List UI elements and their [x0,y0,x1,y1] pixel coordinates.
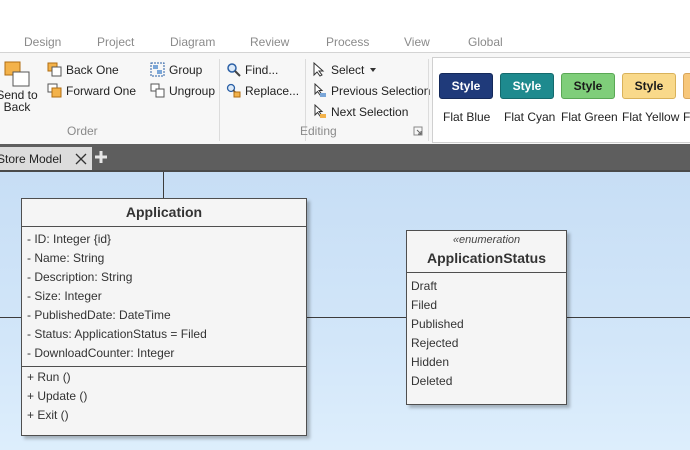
attributes-compartment: - ID: Integer {id} - Name: String - Desc… [22,227,306,366]
enum-literal[interactable]: Hidden [407,353,566,372]
next-selection-button[interactable]: Next Selection [312,104,408,119]
style-flat-green-button[interactable]: Style [561,73,615,99]
enum-literal[interactable]: Rejected [407,334,566,353]
order-group-label: Order [67,124,98,138]
attribute-row[interactable]: - DownloadCounter: Integer [22,344,306,363]
tab-process[interactable]: Process [326,35,369,49]
dialog-launcher-icon[interactable] [413,126,423,136]
style-partial-label: F [683,110,690,124]
application-status-enum[interactable]: «enumeration ApplicationStatus Draft Fil… [406,230,567,405]
operation-row[interactable]: + Run () [22,368,306,387]
previous-selection-icon [314,83,326,97]
editing-group-label: Editing [300,124,337,138]
style-flat-yellow-label: Flat Yellow [622,110,680,124]
tab-global[interactable]: Global [468,35,503,49]
select-button[interactable]: Select [312,62,378,77]
connector-line[interactable] [567,317,690,318]
enum-literal[interactable]: Deleted [407,372,566,391]
style-flat-blue-button[interactable]: Style [439,73,493,99]
find-button[interactable]: Find... [226,62,278,77]
ungroup-button[interactable]: Ungroup [150,83,215,98]
enum-name: ApplicationStatus [426,250,546,266]
styles-divider [428,59,429,141]
tab-review[interactable]: Review [250,35,289,49]
group-divider [219,59,220,141]
style-flat-green-label: Flat Green [561,110,618,124]
back-one-label: Back One [66,62,119,77]
find-label: Find... [245,62,279,77]
stereotype-label: «enumeration [452,234,521,246]
attribute-row[interactable]: - Size: Integer [22,287,306,306]
ungroup-icon [150,83,165,98]
attribute-row[interactable]: - Status: ApplicationStatus = Filed [22,325,306,344]
send-to-back-button[interactable]: Send to Back [0,59,38,113]
style-partial-button[interactable] [683,73,690,99]
document-tab-bar: Store Model [0,144,690,170]
tab-project[interactable]: Project [97,35,134,49]
previous-selection-label: Previous Selection [331,83,431,98]
enum-literal[interactable]: Published [407,315,566,334]
diagram-canvas[interactable]: Application - ID: Integer {id} - Name: S… [0,170,690,450]
back-one-button[interactable]: Back One [47,62,119,77]
forward-one-icon [47,83,62,98]
attribute-row[interactable]: - Name: String [22,249,306,268]
connector-line[interactable] [0,317,21,318]
group-label: Group [169,62,203,77]
add-tab-icon[interactable] [94,150,108,164]
attribute-row[interactable]: - PublishedDate: DateTime [22,306,306,325]
tab-store-model[interactable]: Store Model [0,147,92,170]
close-icon[interactable] [75,153,87,165]
forward-one-button[interactable]: Forward One [47,83,136,98]
ungroup-label: Ungroup [169,83,216,98]
forward-one-label: Forward One [66,83,137,98]
operation-row[interactable]: + Update () [22,387,306,406]
literals-compartment: Draft Filed Published Rejected Hidden De… [407,273,566,391]
tab-design[interactable]: Design [24,35,61,49]
operation-row[interactable]: + Exit () [22,406,306,425]
chevron-down-icon [370,67,377,72]
ribbon-tab-bar: Design Project Diagram Review Process Vi… [0,0,690,52]
application-class[interactable]: Application - ID: Integer {id} - Name: S… [21,198,307,436]
style-flat-yellow-button[interactable]: Style [622,73,676,99]
association-line[interactable] [306,317,406,318]
connector-line[interactable] [163,172,164,198]
tab-diagram[interactable]: Diagram [170,35,215,49]
previous-selection-button[interactable]: Previous Selection [312,83,430,98]
replace-label: Replace... [245,83,300,98]
style-flat-cyan-button[interactable]: Style [500,73,554,99]
replace-icon [226,83,241,98]
style-flat-cyan-label: Flat Cyan [504,110,556,124]
send-to-back-icon [4,61,30,87]
cursor-icon [313,62,325,77]
tab-store-model-label: Store Model [0,151,62,166]
operations-compartment: + Run () + Update () + Exit () [22,367,306,425]
next-selection-icon [314,104,326,118]
style-flat-blue-label: Flat Blue [443,110,491,124]
class-name: Application [125,204,203,220]
enum-literal[interactable]: Filed [407,296,566,315]
enum-literal[interactable]: Draft [407,277,566,296]
select-label: Select [331,62,365,77]
next-selection-label: Next Selection [331,104,409,119]
back-one-icon [47,62,62,77]
attribute-row[interactable]: - Description: String [22,268,306,287]
style-gallery: Style Style Style Style Flat Blue Flat C… [432,57,690,143]
tab-view[interactable]: View [404,35,430,49]
send-to-back-label: Send to Back [0,88,38,114]
group-button[interactable]: Group [150,62,202,77]
replace-button[interactable]: Replace... [226,83,299,98]
find-icon [227,63,241,77]
ribbon: Send to Back Back One Forward One Group … [0,52,690,146]
group-icon [150,62,165,77]
attribute-row[interactable]: - ID: Integer {id} [22,230,306,249]
